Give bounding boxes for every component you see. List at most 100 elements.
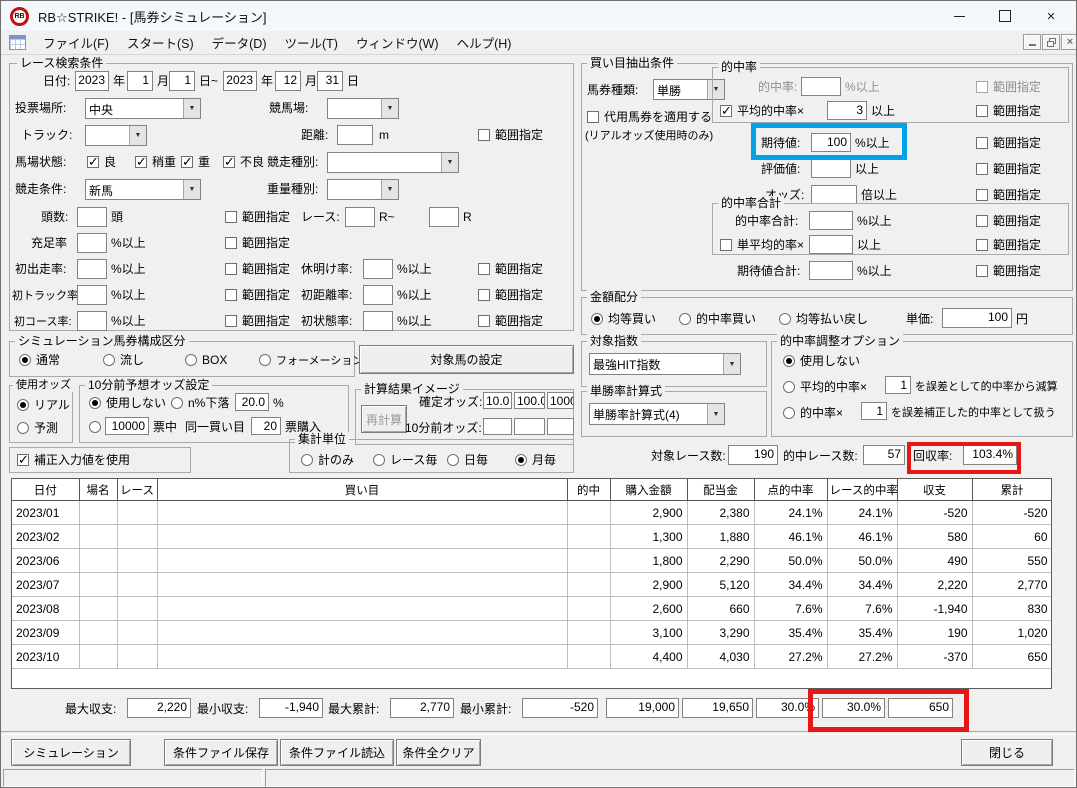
date-year-to-field[interactable]: 2023 <box>223 71 257 91</box>
eval-field[interactable] <box>811 159 851 178</box>
heads-field[interactable] <box>77 207 107 227</box>
adjust-hit-radio[interactable]: 的中率× <box>783 405 843 420</box>
pre10-drop-field[interactable]: 20.0 <box>235 393 269 411</box>
race-no-to-field[interactable] <box>429 207 459 227</box>
maximize-button[interactable] <box>982 1 1028 31</box>
agg-total-radio[interactable]: 計のみ <box>301 452 354 467</box>
avg-hit-range-checkbox[interactable]: 範囲指定 <box>976 103 1041 118</box>
baba-heavy-checkbox[interactable]: 不良 <box>223 154 264 170</box>
tan-avg-field[interactable] <box>809 235 853 254</box>
race-no-from-field[interactable] <box>345 207 375 227</box>
table-row[interactable]: 2023/01 2,900 2,380 24.1% 24.1% -520 -520 <box>12 500 1051 525</box>
first-dist-range-checkbox[interactable]: 範囲指定 <box>478 287 543 302</box>
menu-tool[interactable]: ツール(T) <box>276 30 347 55</box>
sim-type-normal-radio[interactable]: 通常 <box>19 352 60 367</box>
race-kind-combobox[interactable]: ▼ <box>327 152 459 173</box>
fill-field[interactable] <box>77 233 107 253</box>
menu-help[interactable]: ヘルプ(H) <box>448 30 521 55</box>
results-table-wrap[interactable]: 日付 場名 レース 買い目 的中 購入金額 配当金 点的中率 レース的中率 収支 累計 2023/01… <box>11 478 1052 689</box>
hit-sum-field[interactable] <box>809 211 853 230</box>
tan-avg-range-checkbox[interactable]: 範囲指定 <box>976 237 1041 252</box>
menu-window[interactable]: ウィンドウ(W) <box>347 30 448 55</box>
baba-yielding-checkbox[interactable]: 稍重 <box>135 154 176 170</box>
child-restore-button[interactable] <box>1042 34 1060 50</box>
pre10-votes-field[interactable]: 10000 <box>105 417 149 435</box>
weight-combobox[interactable]: ▼ <box>327 179 399 200</box>
fixed-odds-field-1[interactable]: 10.0 <box>483 392 512 409</box>
clear-condition-button[interactable]: 条件全クリア <box>396 739 481 766</box>
pre-odds-field-3[interactable] <box>547 418 574 435</box>
first-track-range-checkbox[interactable]: 範囲指定 <box>225 287 290 302</box>
amount-hitrate-radio[interactable]: 的中率買い <box>679 311 756 326</box>
unit-price-field[interactable]: 100 <box>942 308 1012 328</box>
first-dist-field[interactable] <box>363 285 393 305</box>
daiyo-checkbox[interactable]: 代用馬券を適用する <box>587 109 712 124</box>
hit-rate-field[interactable] <box>801 77 841 96</box>
child-minimize-button[interactable] <box>1023 34 1041 50</box>
save-condition-button[interactable]: 条件ファイル保存 <box>164 739 278 766</box>
first-state-field[interactable] <box>363 311 393 331</box>
expect-range-checkbox[interactable]: 範囲指定 <box>976 135 1041 150</box>
eval-range-checkbox[interactable]: 範囲指定 <box>976 161 1041 176</box>
close-button[interactable]: × <box>1028 1 1074 31</box>
baba-good-checkbox[interactable]: 良 <box>87 154 116 170</box>
index-combobox[interactable]: 最強HIT指数 ▼ <box>589 353 741 375</box>
odds-range-checkbox[interactable]: 範囲指定 <box>976 187 1041 202</box>
table-row[interactable]: 2023/08 2,600 660 7.6% 7.6% -1,940 830 <box>12 596 1051 621</box>
pre-odds-field-1[interactable] <box>483 418 512 435</box>
adjust-nouse-radio[interactable]: 使用しない <box>783 353 860 368</box>
expect-field[interactable]: 100 <box>811 133 851 152</box>
menu-data[interactable]: データ(D) <box>203 30 276 55</box>
adjust-avg-field[interactable]: 1 <box>885 376 911 394</box>
table-row[interactable]: 2023/07 2,900 5,120 34.4% 34.4% 2,220 2,770 <box>12 572 1051 597</box>
hit-rate-range-checkbox[interactable]: 範囲指定 <box>976 79 1041 94</box>
distance-range-checkbox[interactable]: 範囲指定 <box>478 127 543 142</box>
odds-field[interactable] <box>811 185 857 204</box>
hit-sum-range-checkbox[interactable]: 範囲指定 <box>976 213 1041 228</box>
first-course-field[interactable] <box>77 311 107 331</box>
first-track-field[interactable] <box>77 285 107 305</box>
table-row[interactable]: 2023/02 1,300 1,880 46.1% 46.1% 580 60 <box>12 524 1051 549</box>
avg-hit-field[interactable]: 3 <box>827 101 867 120</box>
close-window-button[interactable]: 閉じる <box>961 739 1053 766</box>
table-row[interactable]: 2023/10 4,400 4,030 27.2% 27.2% -370 650 <box>12 644 1051 669</box>
menu-start[interactable]: スタート(S) <box>118 30 203 55</box>
fixed-odds-field-2[interactable]: 100.0 <box>514 392 545 409</box>
condition-combobox[interactable]: 新馬 ▼ <box>85 179 201 200</box>
fill-range-checkbox[interactable]: 範囲指定 <box>225 235 290 250</box>
date-month-to-field[interactable]: 12 <box>275 71 301 91</box>
distance-field[interactable] <box>337 125 373 145</box>
pre10-nouse-radio[interactable]: 使用しない <box>89 395 166 410</box>
first-course-range-checkbox[interactable]: 範囲指定 <box>225 313 290 328</box>
heads-range-checkbox[interactable]: 範囲指定 <box>225 209 290 224</box>
rest-range-checkbox[interactable]: 範囲指定 <box>478 261 543 276</box>
table-row[interactable]: 2023/06 1,800 2,290 50.0% 50.0% 490 550 <box>12 548 1051 573</box>
simulate-button[interactable]: シミュレーション <box>11 739 131 766</box>
agg-race-radio[interactable]: レース毎 <box>373 452 437 467</box>
sim-type-nagashi-radio[interactable]: 流し <box>103 352 144 367</box>
keibajo-combobox[interactable]: ▼ <box>327 98 399 119</box>
amount-equal-radio[interactable]: 均等買い <box>591 311 656 326</box>
pre-odds-field-2[interactable] <box>514 418 545 435</box>
adjust-hit-field[interactable]: 1 <box>861 402 887 420</box>
track-combobox[interactable]: ▼ <box>85 125 147 146</box>
pre10-votes-radio[interactable] <box>89 419 101 434</box>
first-run-field[interactable] <box>77 259 107 279</box>
adjust-avg-radio[interactable]: 平均的中率× <box>783 379 867 394</box>
child-close-button[interactable]: × <box>1061 34 1076 50</box>
pre10-buy-field[interactable]: 20 <box>251 417 281 435</box>
minimize-button[interactable] <box>936 1 982 31</box>
target-horse-button[interactable]: 対象馬の設定 <box>359 345 574 374</box>
load-condition-button[interactable]: 条件ファイル読込 <box>280 739 394 766</box>
tan-avg-checkbox[interactable]: 単平均的率× <box>720 237 804 252</box>
place-combobox[interactable]: 中央 ▼ <box>85 98 201 119</box>
first-state-range-checkbox[interactable]: 範囲指定 <box>478 313 543 328</box>
avg-hit-checkbox[interactable]: 平均的中率× <box>720 103 804 119</box>
baba-soft-checkbox[interactable]: 重 <box>181 154 210 170</box>
expect-sum-range-checkbox[interactable]: 範囲指定 <box>976 263 1041 278</box>
date-day-to-field[interactable]: 31 <box>317 71 343 91</box>
agg-day-radio[interactable]: 日毎 <box>447 452 488 467</box>
odds-real-radio[interactable]: リアル <box>17 397 70 412</box>
pre10-drop-radio[interactable]: n%下落 <box>171 395 229 410</box>
table-row[interactable]: 2023/09 3,100 3,290 35.4% 35.4% 190 1,020 <box>12 620 1051 645</box>
